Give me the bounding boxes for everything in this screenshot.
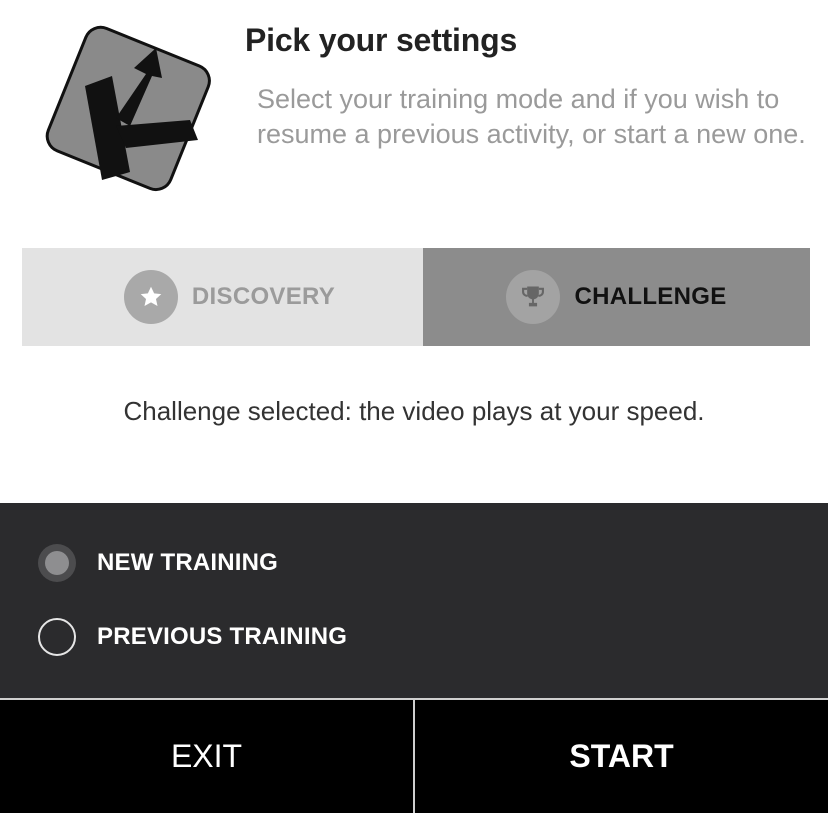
option-new-training-label: NEW TRAINING — [97, 549, 279, 576]
option-new-training[interactable]: NEW TRAINING — [38, 544, 278, 582]
tab-challenge-label: CHALLENGE — [574, 283, 727, 310]
tab-discovery[interactable]: DISCOVERY — [22, 248, 423, 346]
page-title: Pick your settings — [245, 22, 518, 58]
footer-bar: EXIT START — [0, 698, 828, 813]
radio-previous-training[interactable] — [38, 618, 76, 656]
settings-panel: Pick your settings Select your training … — [0, 0, 828, 503]
option-previous-training-label: PREVIOUS TRAINING — [97, 623, 348, 650]
k-arrow-logo — [45, 25, 211, 192]
mode-status-text: Challenge selected: the video plays at y… — [123, 396, 705, 426]
tab-discovery-label: DISCOVERY — [191, 283, 336, 310]
star-icon — [123, 270, 178, 324]
option-previous-training[interactable]: PREVIOUS TRAINING — [38, 618, 347, 656]
page-subtitle: Select your training mode and if you wis… — [257, 84, 806, 149]
trophy-icon — [506, 270, 561, 324]
exit-button[interactable]: EXIT — [0, 700, 413, 813]
training-options-panel — [0, 503, 828, 698]
mode-tabs: DISCOVERY CHALLENGE — [22, 248, 810, 346]
radio-new-training[interactable] — [38, 544, 76, 582]
start-button[interactable]: START — [415, 700, 828, 813]
tab-challenge[interactable]: CHALLENGE — [423, 248, 810, 346]
radio-checked-dot — [45, 551, 69, 575]
